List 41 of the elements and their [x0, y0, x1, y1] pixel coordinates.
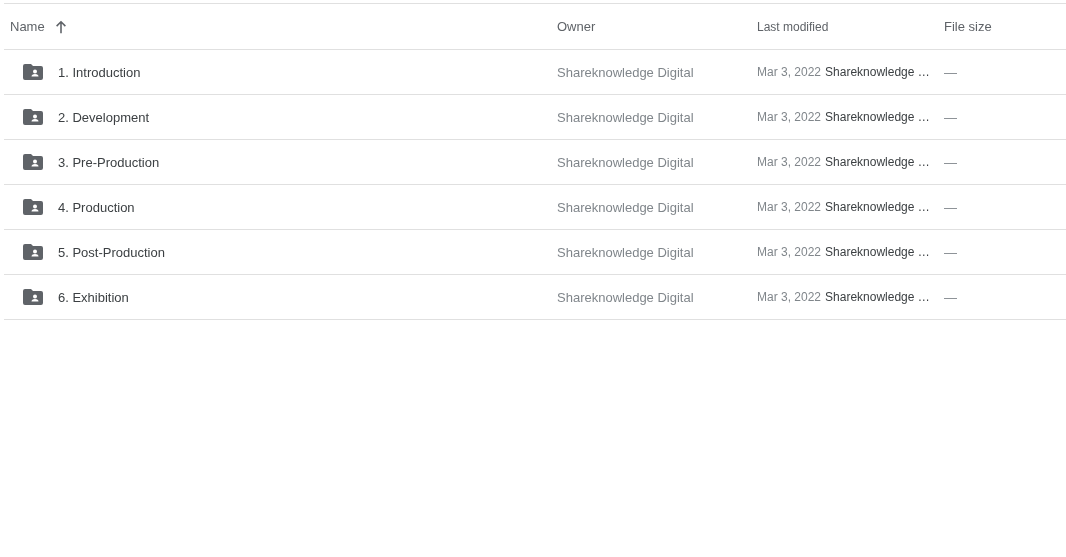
modified-date: Mar 3, 2022 — [757, 200, 822, 214]
owner-name: Shareknowledge Digital — [557, 244, 694, 260]
modified-date: Mar 3, 2022 — [757, 290, 822, 304]
owner-name: Shareknowledge Digital — [557, 289, 694, 305]
file-size: — — [944, 289, 957, 305]
column-header[interactable]: Name — [10, 19, 45, 34]
column-header[interactable]: Last modified — [757, 19, 829, 34]
modified-by: Shareknowledge … — [825, 155, 930, 169]
file-size: — — [944, 109, 957, 125]
modified-date: Mar 3, 2022 — [757, 155, 822, 169]
shared-folder-icon — [23, 64, 43, 80]
shared-folder-icon — [23, 109, 43, 125]
modified-by: Shareknowledge … — [825, 245, 930, 259]
modified-date: Mar 3, 2022 — [757, 245, 822, 259]
folder-name[interactable]: 1. Introduction — [58, 64, 141, 80]
shared-folder-icon — [23, 244, 43, 260]
file-size: — — [944, 244, 957, 260]
folder-name[interactable]: 6. Exhibition — [58, 289, 129, 305]
file-size: — — [944, 199, 957, 215]
modified-by: Shareknowledge … — [825, 200, 930, 214]
shared-folder-icon — [23, 154, 43, 170]
modified-by: Shareknowledge … — [825, 290, 930, 304]
modified-by: Shareknowledge … — [825, 110, 930, 124]
file-size: — — [944, 64, 957, 80]
modified-date: Mar 3, 2022 — [757, 110, 822, 124]
owner-name: Shareknowledge Digital — [557, 109, 694, 125]
column-header[interactable]: File size — [944, 19, 992, 34]
owner-name: Shareknowledge Digital — [557, 154, 694, 170]
owner-name: Shareknowledge Digital — [557, 64, 694, 80]
folder-name[interactable]: 5. Post-Production — [58, 244, 165, 260]
owner-name: Shareknowledge Digital — [557, 199, 694, 215]
sort-arrow-icon[interactable] — [53, 19, 68, 34]
folder-name[interactable]: 4. Production — [58, 199, 135, 215]
shared-folder-icon — [23, 199, 43, 215]
shared-folder-icon — [23, 289, 43, 305]
column-header[interactable]: Owner — [557, 19, 596, 34]
modified-by: Shareknowledge … — [825, 65, 930, 79]
modified-date: Mar 3, 2022 — [757, 65, 822, 79]
file-size: — — [944, 154, 957, 170]
folder-name[interactable]: 2. Development — [58, 109, 150, 125]
folder-name[interactable]: 3. Pre-Production — [58, 154, 160, 170]
